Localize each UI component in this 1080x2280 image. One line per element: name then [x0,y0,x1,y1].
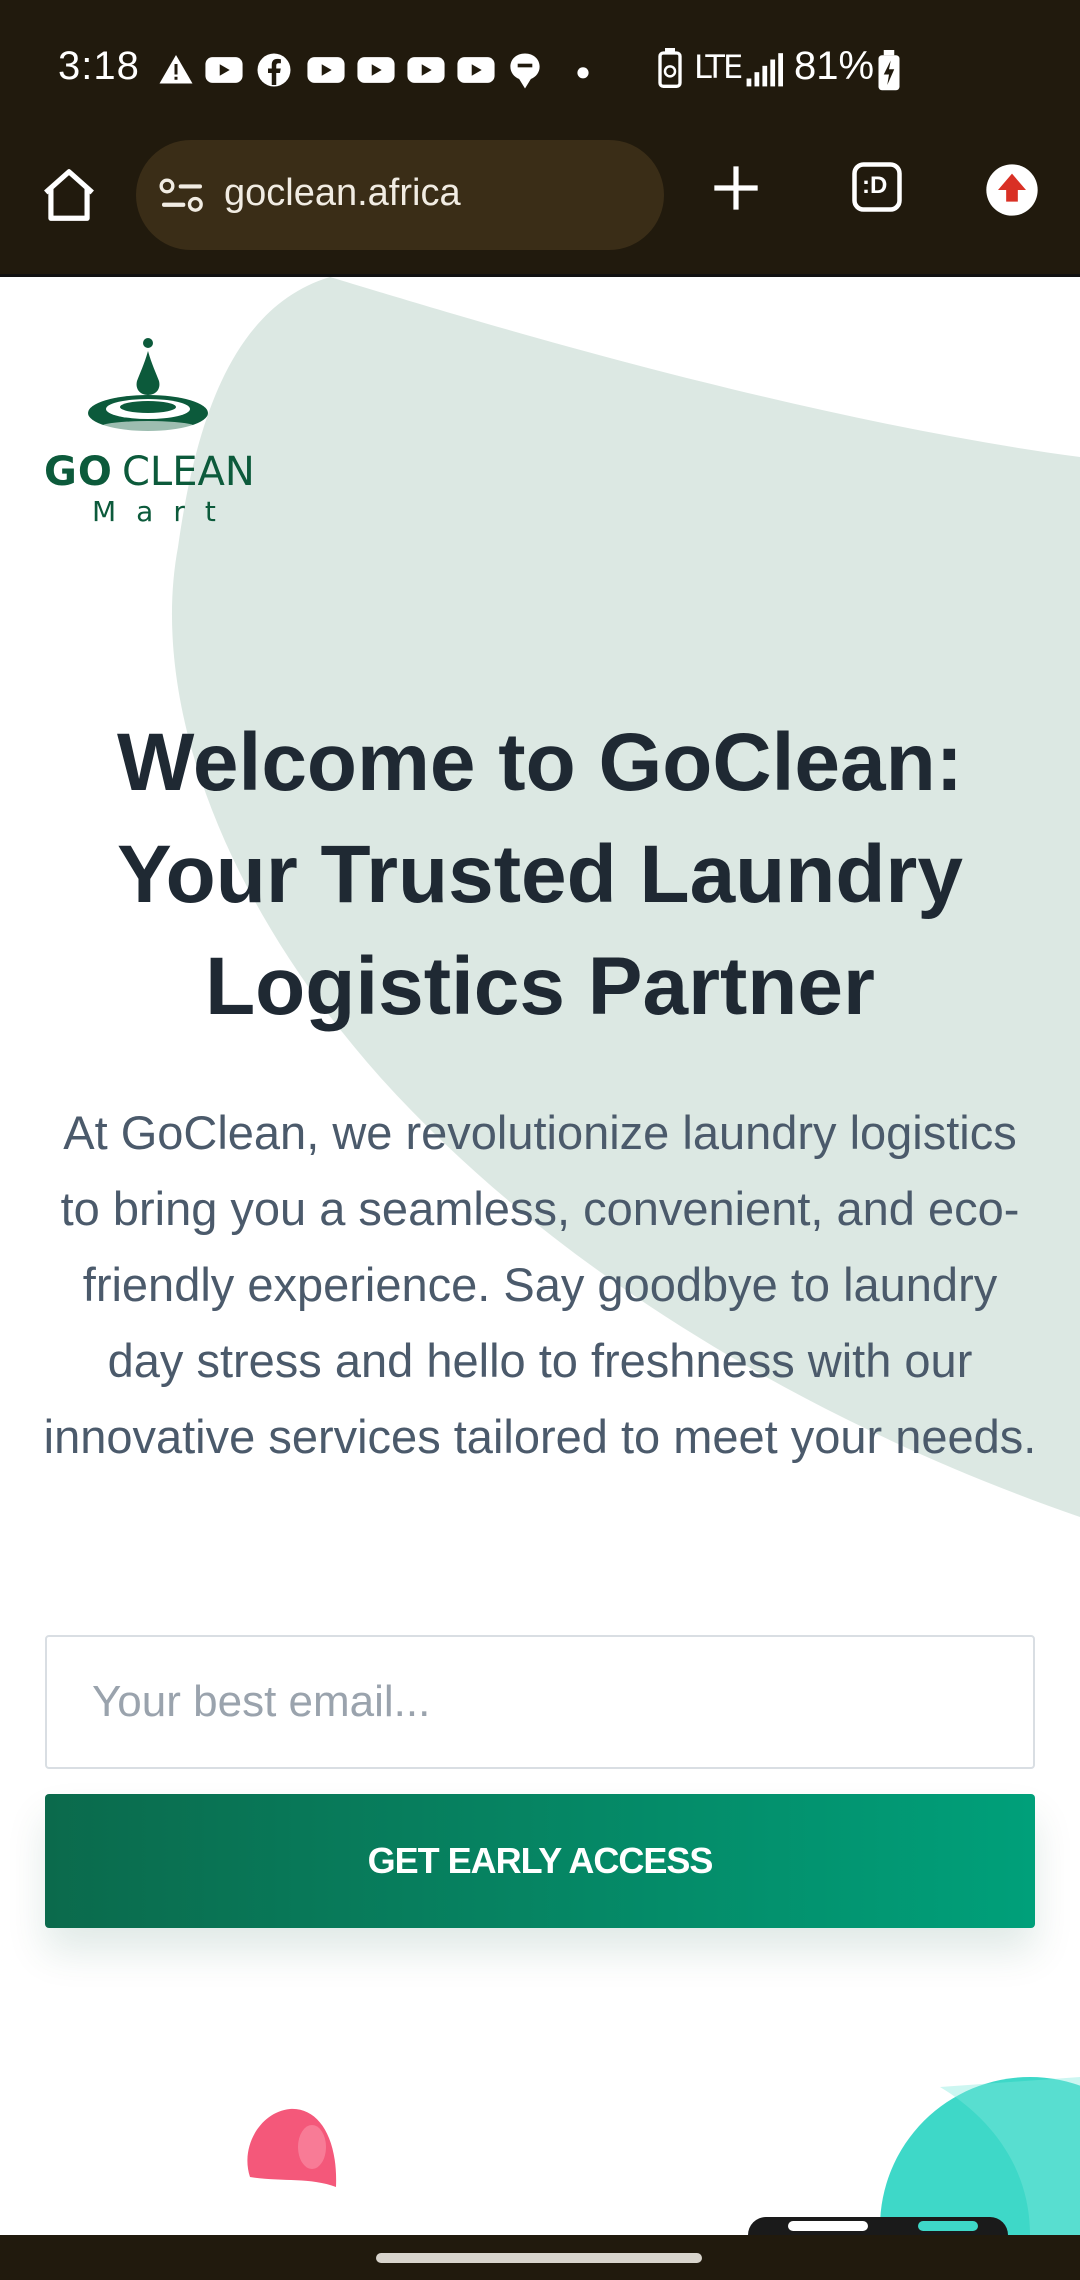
hero-subtitle: At GoClean, we revolutionize laundry log… [43,1106,1037,1463]
warning-icon [159,55,193,84]
system-status: LTE 81% [620,44,1080,94]
battery-saver-icon [658,48,682,88]
decorative-device-shape [748,2217,1008,2235]
logo[interactable]: GO CLEAN Mart [44,337,264,528]
browser-toolbar: goclean.africa :D [0,140,1080,277]
logo-word-go: GO [44,449,113,495]
decorative-pink-shape [247,2108,337,2187]
url-text[interactable]: goclean.africa [224,172,461,215]
tabs-button[interactable]: :D [850,160,904,214]
logo-word-mart: Mart [92,495,236,528]
youtube-icon [357,57,395,83]
navigation-bar [0,2235,1080,2280]
site-info-icon[interactable] [158,176,206,216]
facebook-icon [257,53,291,87]
home-icon[interactable] [38,164,100,226]
hero-title: Welcome to GoClean: Your Trusted Laundry… [117,717,963,1032]
page-content: GO CLEAN Mart Welcome to GoClean: Your T… [0,277,1080,2235]
tabs-label: :D [862,172,888,199]
youtube-icon [205,57,243,83]
signal-icon [746,53,783,87]
chat-icon [510,53,540,89]
status-time: 3:18 [58,44,140,88]
battery-charging-icon [878,50,900,91]
url-bar[interactable]: goclean.africa [136,140,664,250]
youtube-icon [407,57,445,83]
upload-icon[interactable] [984,162,1040,218]
plus-icon[interactable] [710,162,762,214]
get-early-access-button[interactable]: GET EARLY ACCESS [45,1794,1035,1928]
lte-label: LTE [694,48,743,86]
decorative-teal-circle [880,2077,1080,2235]
status-bar: 3:18 LTE 81% [0,0,1080,140]
youtube-icon [307,57,345,83]
youtube-icon [457,57,495,83]
battery-percent: 81% [794,44,875,88]
water-drop-icon [88,338,208,433]
email-field[interactable] [45,1635,1035,1769]
logo-word-clean: CLEAN [122,449,255,495]
gesture-handle[interactable] [376,2253,702,2263]
more-dot-icon [577,67,589,79]
